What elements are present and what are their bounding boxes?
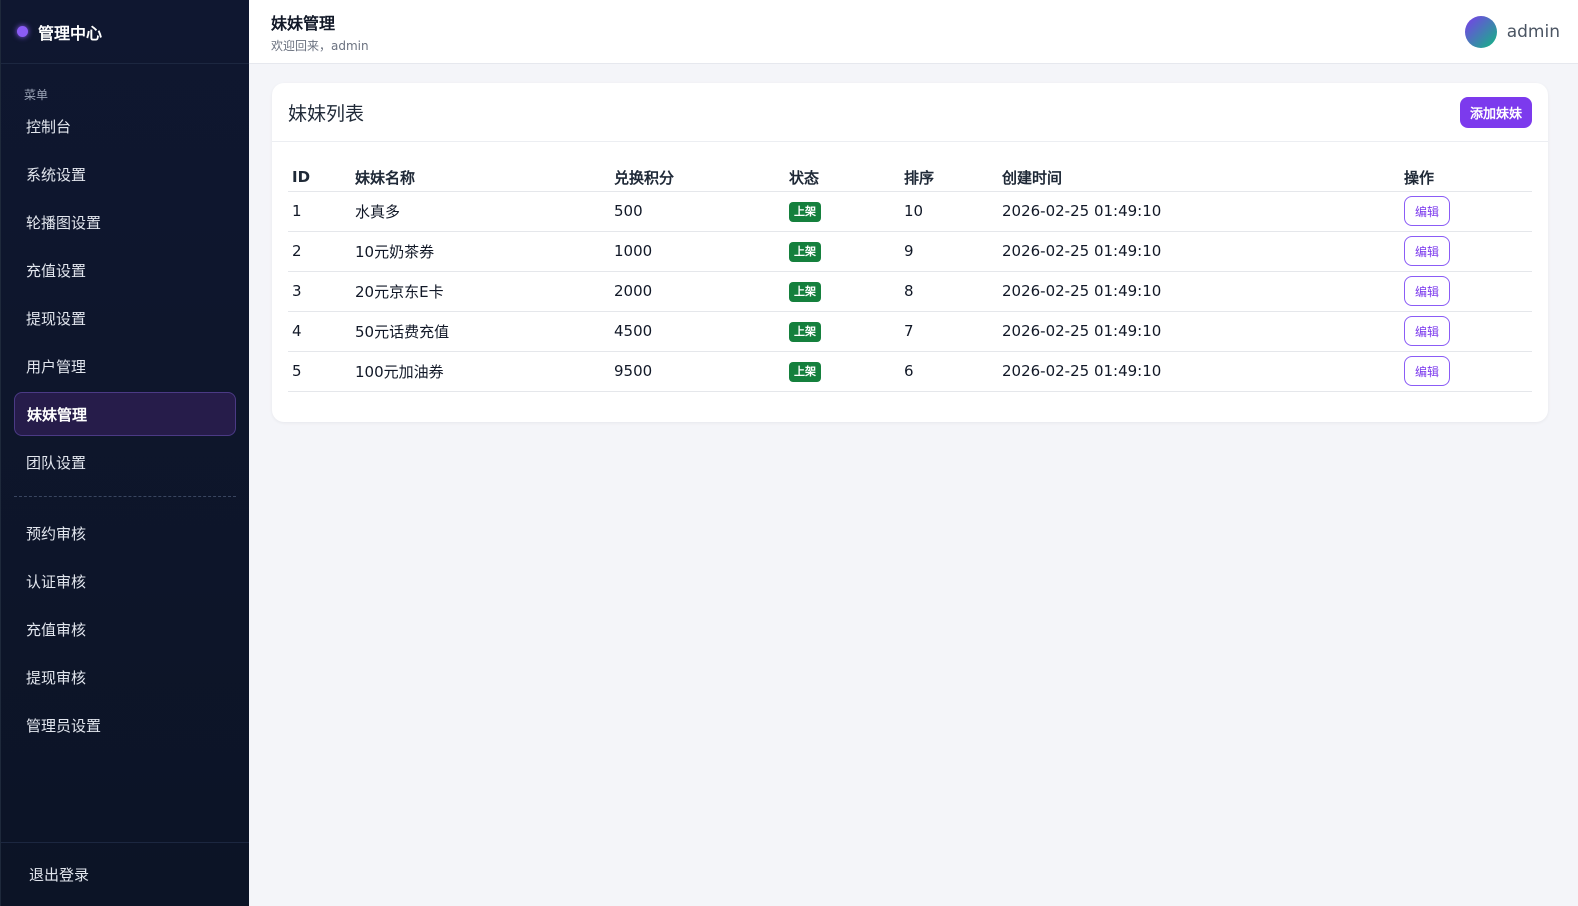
cell-status: 上架 (785, 191, 900, 232)
menu-label: 菜单 (24, 88, 49, 102)
cell-points: 2000 (610, 271, 785, 312)
sidebar-item-verification-review[interactable]: 认证审核 (14, 559, 236, 603)
cell-sort: 8 (900, 271, 998, 312)
cell-action: 编辑 (1400, 351, 1532, 392)
sidebar-nav: 控制台 系统设置 轮播图设置 充值设置 提现设置 用户管理 妹妹管理 团队设置 … (1, 104, 249, 747)
card-header: 妹妹列表 添加妹妹 (272, 83, 1548, 142)
table-wrap: ID 妹妹名称 兑换积分 状态 排序 创建时间 操作 1 水真多 500 上架 … (272, 142, 1548, 392)
brand-dot-icon (17, 26, 28, 37)
sidebar-item-dashboard[interactable]: 控制台 (14, 104, 236, 148)
cell-sort: 6 (900, 351, 998, 392)
cell-id: 5 (288, 351, 351, 392)
app: 管理中心 菜单 控制台 系统设置 轮播图设置 充值设置 提现设置 用户管理 妹妹… (0, 0, 1578, 906)
cell-action: 编辑 (1400, 231, 1532, 272)
cell-sort: 10 (900, 191, 998, 232)
card-title: 妹妹列表 (288, 102, 365, 125)
brand-title: 管理中心 (38, 23, 103, 43)
cell-points: 9500 (610, 351, 785, 392)
cell-id: 1 (288, 191, 351, 232)
edit-button[interactable]: 编辑 (1404, 236, 1450, 266)
edit-button[interactable]: 编辑 (1404, 276, 1450, 306)
table-row: 1 水真多 500 上架 10 2026-02-25 01:49:10 编辑 (288, 191, 1532, 232)
sidebar-item-system-settings[interactable]: 系统设置 (14, 152, 236, 196)
column-header-created: 创建时间 (998, 158, 1400, 192)
sidebar-item-withdraw-settings[interactable]: 提现设置 (14, 296, 236, 340)
cell-status: 上架 (785, 311, 900, 352)
column-header-action: 操作 (1400, 158, 1532, 192)
cell-created: 2026-02-25 01:49:10 (998, 191, 1400, 232)
column-header-sort: 排序 (900, 158, 998, 192)
table-row: 2 10元奶茶券 1000 上架 9 2026-02-25 01:49:10 编… (288, 231, 1532, 272)
sidebar: 管理中心 菜单 控制台 系统设置 轮播图设置 充值设置 提现设置 用户管理 妹妹… (0, 0, 249, 906)
cell-name: 50元话费充值 (351, 311, 610, 352)
table-header-row: ID 妹妹名称 兑换积分 状态 排序 创建时间 操作 (288, 158, 1532, 192)
sidebar-item-admin-settings[interactable]: 管理员设置 (14, 703, 236, 747)
brand: 管理中心 (1, 0, 249, 64)
table-row: 5 100元加油券 9500 上架 6 2026-02-25 01:49:10 … (288, 351, 1532, 392)
logout-button[interactable]: 退出登录 (1, 842, 249, 906)
sidebar-item-recharge-settings[interactable]: 充值设置 (14, 248, 236, 292)
sidebar-item-team-settings[interactable]: 团队设置 (14, 440, 236, 484)
edit-button[interactable]: 编辑 (1404, 316, 1450, 346)
cell-created: 2026-02-25 01:49:10 (998, 351, 1400, 392)
add-meimei-button[interactable]: 添加妹妹 (1459, 96, 1532, 128)
status-badge: 上架 (789, 241, 821, 262)
meimei-list-card: 妹妹列表 添加妹妹 ID 妹妹名称 兑换积分 状态 排序 创建时间 操作 1 水… (272, 83, 1548, 422)
status-badge: 上架 (789, 321, 821, 342)
cell-name: 水真多 (351, 191, 610, 232)
column-header-name: 妹妹名称 (351, 158, 610, 192)
status-badge: 上架 (789, 201, 821, 222)
sidebar-item-recharge-review[interactable]: 充值审核 (14, 607, 236, 651)
status-badge: 上架 (789, 281, 821, 302)
cell-action: 编辑 (1400, 271, 1532, 312)
cell-created: 2026-02-25 01:49:10 (998, 271, 1400, 312)
cell-points: 500 (610, 191, 785, 232)
user-menu[interactable]: admin (1464, 15, 1560, 48)
status-badge: 上架 (789, 361, 821, 382)
username: admin (1506, 21, 1560, 42)
sidebar-divider (14, 496, 236, 497)
cell-id: 3 (288, 271, 351, 312)
cell-name: 100元加油券 (351, 351, 610, 392)
page-heading: 妹妹管理 欢迎回来，admin (271, 10, 369, 54)
cell-created: 2026-02-25 01:49:10 (998, 311, 1400, 352)
cell-status: 上架 (785, 231, 900, 272)
sidebar-item-banner-settings[interactable]: 轮播图设置 (14, 200, 236, 244)
table-row: 4 50元话费充值 4500 上架 7 2026-02-25 01:49:10 … (288, 311, 1532, 352)
column-header-id: ID (288, 158, 351, 192)
cell-created: 2026-02-25 01:49:10 (998, 231, 1400, 272)
page-subtitle: 欢迎回来，admin (271, 38, 369, 53)
cell-name: 20元京东E卡 (351, 271, 610, 312)
cell-sort: 9 (900, 231, 998, 272)
cell-action: 编辑 (1400, 311, 1532, 352)
cell-points: 1000 (610, 231, 785, 272)
page-title: 妹妹管理 (271, 13, 336, 33)
main: 妹妹管理 欢迎回来，admin admin 妹妹列表 添加妹妹 ID 妹妹名称 … (249, 0, 1578, 906)
topbar: 妹妹管理 欢迎回来，admin admin (249, 0, 1578, 64)
sidebar-item-user-management[interactable]: 用户管理 (14, 344, 236, 388)
cell-sort: 7 (900, 311, 998, 352)
edit-button[interactable]: 编辑 (1404, 356, 1450, 386)
avatar[interactable] (1464, 15, 1497, 48)
sidebar-item-meimei-management[interactable]: 妹妹管理 (14, 392, 236, 436)
cell-status: 上架 (785, 271, 900, 312)
cell-id: 4 (288, 311, 351, 352)
meimei-table: ID 妹妹名称 兑换积分 状态 排序 创建时间 操作 1 水真多 500 上架 … (288, 158, 1532, 392)
table-row: 3 20元京东E卡 2000 上架 8 2026-02-25 01:49:10 … (288, 271, 1532, 312)
cell-action: 编辑 (1400, 191, 1532, 232)
cell-id: 2 (288, 231, 351, 272)
cell-name: 10元奶茶券 (351, 231, 610, 272)
edit-button[interactable]: 编辑 (1404, 196, 1450, 226)
column-header-status: 状态 (785, 158, 900, 192)
cell-status: 上架 (785, 351, 900, 392)
cell-points: 4500 (610, 311, 785, 352)
sidebar-item-booking-review[interactable]: 预约审核 (14, 511, 236, 555)
column-header-points: 兑换积分 (610, 158, 785, 192)
sidebar-item-withdraw-review[interactable]: 提现审核 (14, 655, 236, 699)
